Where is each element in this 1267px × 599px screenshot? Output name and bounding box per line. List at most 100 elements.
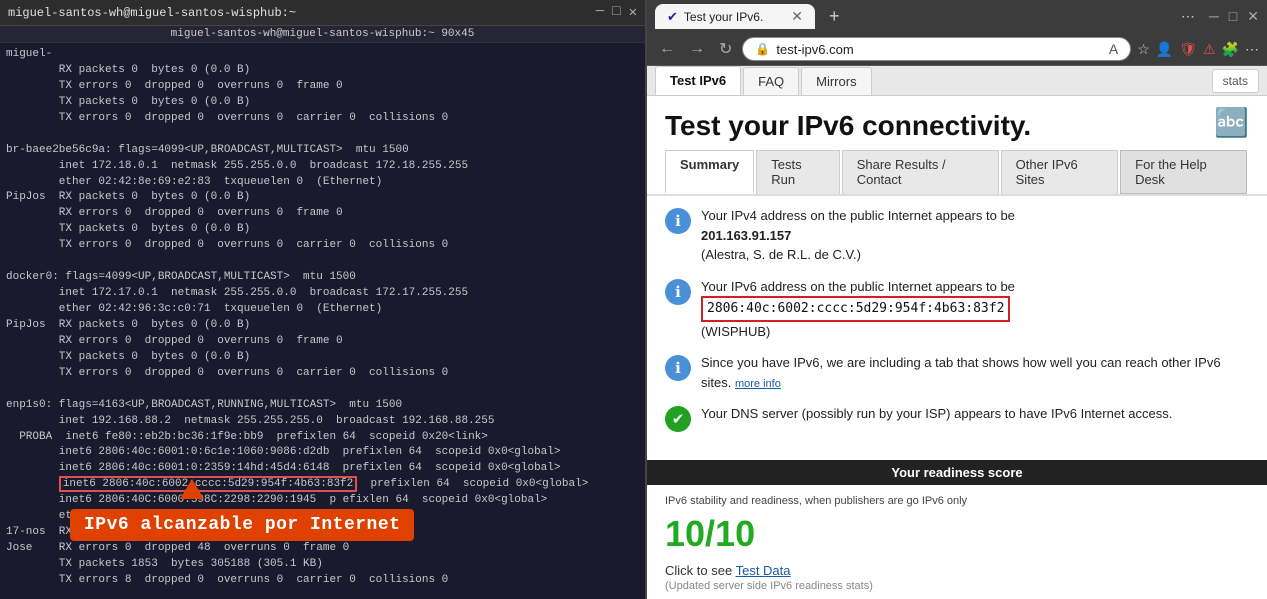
result-dns-text: Your DNS server (possibly run by your IS… bbox=[701, 404, 1172, 424]
extensions-icon[interactable]: 🧩 bbox=[1222, 41, 1239, 58]
browser-minimize-icon[interactable]: ─ bbox=[1209, 8, 1219, 25]
terminal-line: RX packets 0 bytes 0 (0.0 B) bbox=[6, 63, 639, 79]
terminal-line: PipJos RX packets 0 bytes 0 (0.0 B) bbox=[6, 190, 639, 206]
result-ipv4: ℹ Your IPv4 address on the public Intern… bbox=[665, 206, 1249, 265]
reload-button[interactable]: ↻ bbox=[715, 37, 736, 61]
terminal-line: docker0: flags=4099<UP,BROADCAST,MULTICA… bbox=[6, 270, 639, 286]
terminal-line bbox=[6, 589, 639, 599]
content-tabs: Summary Tests Run Share Results / Contac… bbox=[647, 150, 1267, 196]
address-text[interactable]: test-ipv6.com bbox=[776, 42, 1103, 57]
brave-shield-icon[interactable]: 🛡 bbox=[1179, 41, 1197, 58]
readiness-title: Your readiness score bbox=[891, 465, 1022, 480]
terminal-line: TX errors 0 dropped 0 overruns 0 carrier… bbox=[6, 366, 639, 382]
result-ipv6-info-text: Since you have IPv6, we are including a … bbox=[701, 353, 1249, 392]
browser-titlebar: ✔ Test your IPv6. ✕ + ⋯ ─ □ ✕ bbox=[647, 0, 1267, 33]
readiness-score: 10/10 bbox=[647, 511, 1267, 557]
terminal-line: TX packets 0 bytes 0 (0.0 B) bbox=[6, 350, 639, 366]
browser-tab-controls: ⋯ bbox=[1181, 8, 1195, 25]
terminal-line: PipJos RX packets 0 bytes 0 (0.0 B) bbox=[6, 318, 639, 334]
browser-window: ✔ Test your IPv6. ✕ + ⋯ ─ □ ✕ ← → ↻ 🔒 te… bbox=[645, 0, 1267, 599]
ipv6-address-highlight: inet6 2806:40c:6002:cccc:5d29:954f:4b63:… bbox=[59, 476, 357, 492]
tab-close-icon[interactable]: ✕ bbox=[791, 8, 803, 25]
terminal-line bbox=[6, 127, 639, 143]
browser-close-icon[interactable]: ✕ bbox=[1247, 8, 1259, 25]
info-icon-ipv4: ℹ bbox=[665, 208, 691, 234]
result-ipv6-text: Your IPv6 address on the public Internet… bbox=[701, 277, 1015, 342]
translate-lang-icon: A bbox=[1109, 41, 1118, 57]
address-bar[interactable]: 🔒 test-ipv6.com A bbox=[742, 37, 1131, 61]
tab-summary[interactable]: Summary bbox=[665, 150, 754, 194]
tab-tests-run-label: Tests Run bbox=[771, 157, 801, 187]
terminal-line: inet 192.168.88.2 netmask 255.255.255.0 … bbox=[6, 414, 639, 430]
ipv6-address-display: 2806:40c:6002:cccc:5d29:954f:4b63:83f2 bbox=[701, 296, 1010, 322]
back-button[interactable]: ← bbox=[655, 38, 679, 60]
result-ipv6: ℹ Your IPv6 address on the public Intern… bbox=[665, 277, 1249, 342]
terminal-win-controls[interactable]: ─ □ ✕ bbox=[596, 4, 637, 21]
terminal-line: inet 172.17.0.1 netmask 255.255.0.0 broa… bbox=[6, 286, 639, 302]
brave-alert-icon[interactable]: ⚠ bbox=[1203, 41, 1216, 58]
tab-summary-label: Summary bbox=[680, 157, 739, 172]
more-info-link[interactable]: more info bbox=[735, 378, 781, 390]
close-icon[interactable]: ✕ bbox=[629, 4, 637, 21]
browser-navbar: ← → ↻ 🔒 test-ipv6.com A ☆ 👤 🛡 ⚠ 🧩 ⋯ bbox=[647, 33, 1267, 66]
terminal-titlebar: miguel-santos-wh@miguel-santos-wisphub:~… bbox=[0, 0, 645, 26]
tab-help-label: For the Help Desk bbox=[1135, 157, 1207, 187]
browser-tab[interactable]: ✔ Test your IPv6. ✕ bbox=[655, 4, 815, 29]
site-stats-button[interactable]: stats bbox=[1212, 69, 1259, 93]
maximize-icon[interactable]: □ bbox=[612, 4, 620, 21]
profile-icon[interactable]: 👤 bbox=[1156, 41, 1173, 58]
settings-icon[interactable]: ⋯ bbox=[1245, 41, 1259, 58]
site-stats-label: stats bbox=[1223, 74, 1248, 88]
browser-content: Test your IPv6 connectivity. 🔤 Summary T… bbox=[647, 96, 1267, 599]
terminal-line: ether 02:42:96:3c:c0:71 txqueuelen 0 (Et… bbox=[6, 302, 639, 318]
site-tab-mirrors[interactable]: Mirrors bbox=[801, 67, 871, 95]
terminal-title: miguel-santos-wh@miguel-santos-wisphub:~ bbox=[8, 6, 296, 20]
terminal-line: TX packets 0 bytes 0 (0.0 B) bbox=[6, 222, 639, 238]
info-icon-ipv6: ℹ bbox=[665, 279, 691, 305]
site-tab-faq[interactable]: FAQ bbox=[743, 67, 799, 95]
tab-other-sites[interactable]: Other IPv6 Sites bbox=[1001, 150, 1119, 194]
terminal-line: TX errors 8 dropped 0 overruns 0 carrier… bbox=[6, 573, 639, 589]
site-tab-mirrors-label: Mirrors bbox=[816, 74, 856, 89]
terminal-line: TX errors 0 dropped 0 overruns 0 frame 0 bbox=[6, 79, 639, 95]
terminal-line: PROBA inet6 fe80::eb2b:bc36:1f9e:bb9 pre… bbox=[6, 430, 639, 446]
site-tab-testipv6-label: Test IPv6 bbox=[670, 73, 726, 88]
site-tab-testipv6[interactable]: Test IPv6 bbox=[655, 66, 741, 95]
ipv6-arrow bbox=[180, 479, 204, 499]
terminal-line: TX packets 1853 bytes 305188 (305.1 KB) bbox=[6, 557, 639, 573]
forward-button[interactable]: → bbox=[685, 38, 709, 60]
browser-maximize-icon[interactable]: □ bbox=[1229, 8, 1237, 25]
new-tab-icon[interactable]: + bbox=[821, 6, 848, 27]
check-icon-dns: ✔ bbox=[665, 406, 691, 432]
terminal-line: enp1s0: flags=4163<UP,BROADCAST,RUNNING,… bbox=[6, 398, 639, 414]
terminal-subtitle: miguel-santos-wh@miguel-santos-wisphub:~… bbox=[0, 26, 645, 43]
site-tabs-bar: Test IPv6 FAQ Mirrors stats bbox=[647, 66, 1267, 96]
nav-icons: ☆ 👤 🛡 ⚠ 🧩 ⋯ bbox=[1137, 41, 1259, 58]
site-tab-faq-label: FAQ bbox=[758, 74, 784, 89]
terminal-line: miguel- bbox=[6, 47, 639, 63]
info-icon-tab: ℹ bbox=[665, 355, 691, 381]
tab-title: Test your IPv6. bbox=[684, 10, 763, 24]
translate-icon[interactable]: 🔤 bbox=[1214, 106, 1249, 139]
page-heading: Test your IPv6 connectivity. bbox=[647, 96, 1267, 150]
tab-favicon: ✔ bbox=[667, 9, 678, 25]
test-data-link[interactable]: Test Data bbox=[736, 563, 791, 578]
tab-share-results[interactable]: Share Results / Contact bbox=[842, 150, 999, 194]
bookmark-icon[interactable]: ☆ bbox=[1137, 41, 1150, 58]
result-dns: ✔ Your DNS server (possibly run by your … bbox=[665, 404, 1249, 432]
readiness-sub: IPv6 stability and readiness, when publi… bbox=[665, 493, 1249, 509]
minimize-icon[interactable]: ─ bbox=[596, 4, 604, 21]
browser-win-controls[interactable]: ─ □ ✕ bbox=[1209, 8, 1259, 25]
tab-overflow-icon[interactable]: ⋯ bbox=[1181, 8, 1195, 25]
tab-tests-run[interactable]: Tests Run bbox=[756, 150, 839, 194]
terminal-line: ether 02:42:8e:69:e2:83 txqueuelen 0 (Et… bbox=[6, 175, 639, 191]
lock-icon: 🔒 bbox=[755, 42, 770, 56]
terminal-line: Jose RX errors 0 dropped 48 overruns 0 f… bbox=[6, 541, 639, 557]
test-data-prefix: Click to see bbox=[665, 563, 732, 578]
tab-help-desk[interactable]: For the Help Desk bbox=[1120, 150, 1247, 194]
updated-line: (Updated server side IPv6 readiness stat… bbox=[647, 580, 1267, 592]
terminal-line: TX packets 0 bytes 0 (0.0 B) bbox=[6, 95, 639, 111]
terminal-line: RX errors 0 dropped 0 overruns 0 frame 0 bbox=[6, 334, 639, 350]
tab-share-label: Share Results / Contact bbox=[857, 157, 946, 187]
terminal-line: TX errors 0 dropped 0 overruns 0 carrier… bbox=[6, 238, 639, 254]
